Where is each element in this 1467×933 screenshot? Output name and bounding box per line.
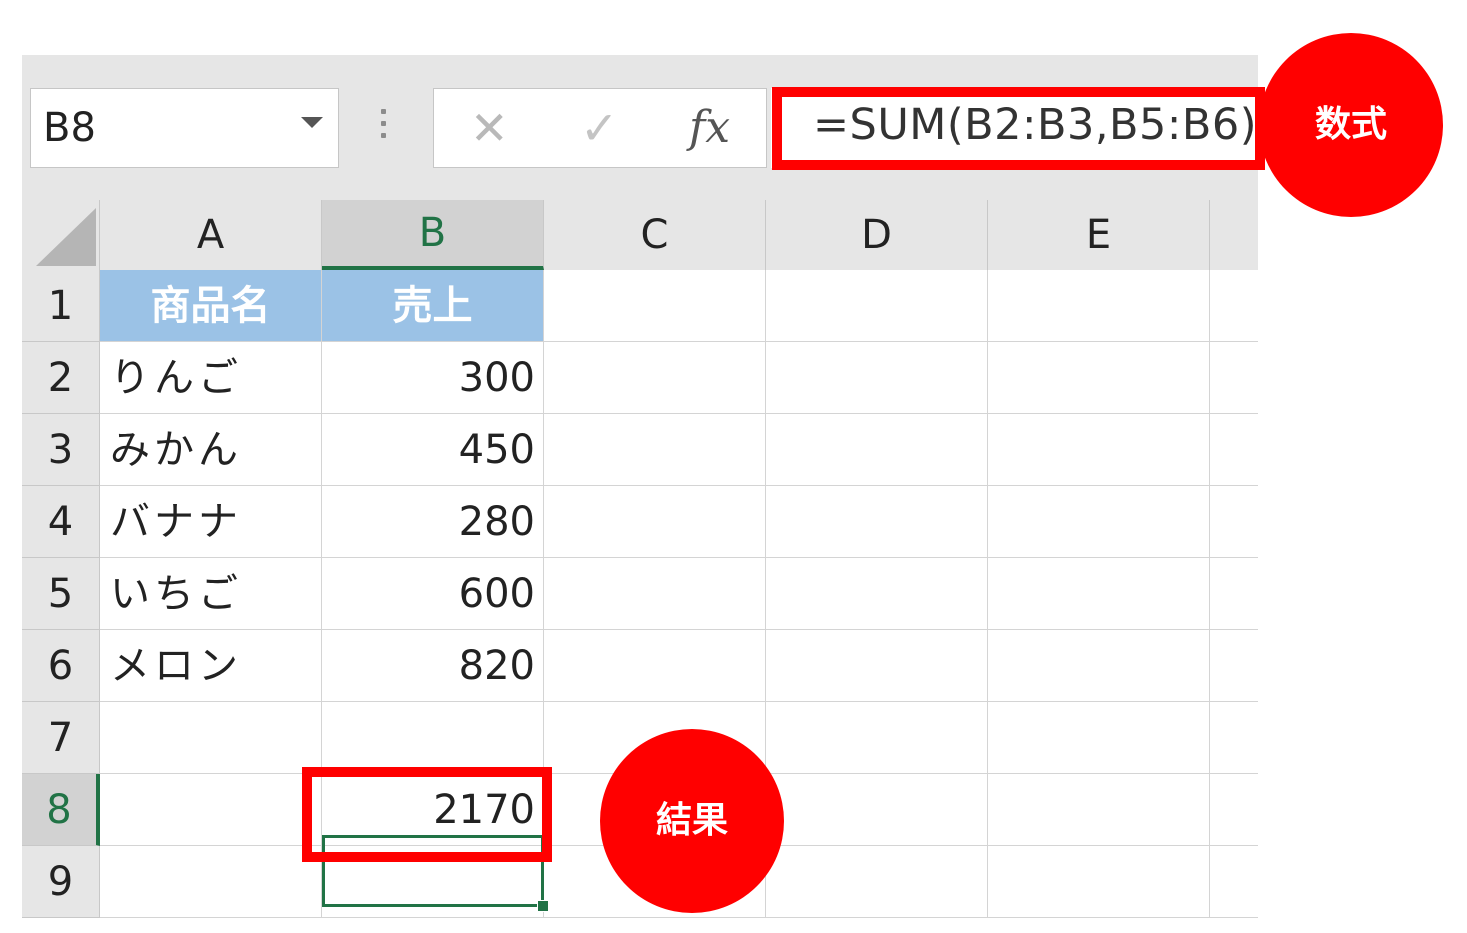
chevron-down-icon[interactable] (301, 117, 323, 128)
enter-icon[interactable]: ✓ (580, 103, 619, 153)
cell-d1[interactable] (766, 270, 988, 342)
cell-e3[interactable] (988, 414, 1210, 486)
cell-a9[interactable] (100, 846, 322, 918)
fill-handle[interactable] (537, 900, 549, 912)
row-header-2[interactable]: 2 (22, 342, 100, 414)
column-header-c[interactable]: C (544, 200, 766, 270)
cell-e9[interactable] (988, 846, 1210, 918)
cell-e7[interactable] (988, 702, 1210, 774)
cell-b3[interactable]: 450 (322, 414, 544, 486)
cell-e8[interactable] (988, 774, 1210, 846)
cell-a7[interactable] (100, 702, 322, 774)
cell-c4[interactable] (544, 486, 766, 558)
cell-b1[interactable]: 売上 (322, 270, 544, 342)
cell-e5[interactable] (988, 558, 1210, 630)
row-header-5[interactable]: 5 (22, 558, 100, 630)
cell-b2[interactable]: 300 (322, 342, 544, 414)
cell-d7[interactable] (766, 702, 988, 774)
row-header-8[interactable]: 8 (22, 774, 100, 846)
cell-c6[interactable] (544, 630, 766, 702)
cell-f7[interactable] (1210, 702, 1258, 774)
column-header-overflow (1210, 200, 1258, 270)
formula-buttons: ✕ ✓ fx (433, 88, 767, 168)
cell-f2[interactable] (1210, 342, 1258, 414)
cell-b6[interactable]: 820 (322, 630, 544, 702)
cell-e2[interactable] (988, 342, 1210, 414)
formula-highlight-box (772, 87, 1265, 170)
cancel-icon[interactable]: ✕ (470, 103, 509, 153)
cell-c3[interactable] (544, 414, 766, 486)
cell-f1[interactable] (1210, 270, 1258, 342)
row-header-1[interactable]: 1 (22, 270, 100, 342)
cell-d9[interactable] (766, 846, 988, 918)
insert-function-icon[interactable]: fx (689, 103, 730, 153)
cell-a2[interactable]: りんご (100, 342, 322, 414)
name-box-value: B8 (43, 105, 96, 151)
cell-a4[interactable]: バナナ (100, 486, 322, 558)
more-options-icon[interactable] (381, 109, 389, 143)
cell-d3[interactable] (766, 414, 988, 486)
cell-c1[interactable] (544, 270, 766, 342)
result-highlight-box (302, 767, 552, 862)
select-all-triangle-icon (36, 208, 96, 266)
cell-f8[interactable] (1210, 774, 1258, 846)
cell-a3[interactable]: みかん (100, 414, 322, 486)
cell-a1[interactable]: 商品名 (100, 270, 322, 342)
select-all-button[interactable] (22, 200, 100, 270)
cell-b7[interactable] (322, 702, 544, 774)
cell-e4[interactable] (988, 486, 1210, 558)
cell-e1[interactable] (988, 270, 1210, 342)
cell-a5[interactable]: いちご (100, 558, 322, 630)
cell-c5[interactable] (544, 558, 766, 630)
row-header-6[interactable]: 6 (22, 630, 100, 702)
name-box[interactable]: B8 (30, 88, 339, 168)
cell-c2[interactable] (544, 342, 766, 414)
cell-d5[interactable] (766, 558, 988, 630)
cell-b4[interactable]: 280 (322, 486, 544, 558)
column-header-d[interactable]: D (766, 200, 988, 270)
column-header-b[interactable]: B (322, 200, 544, 270)
column-header-e[interactable]: E (988, 200, 1210, 270)
cell-d4[interactable] (766, 486, 988, 558)
cell-a8[interactable] (100, 774, 322, 846)
formula-callout: 数式 (1259, 33, 1443, 217)
cell-f9[interactable] (1210, 846, 1258, 918)
cell-d2[interactable] (766, 342, 988, 414)
cell-d8[interactable] (766, 774, 988, 846)
row-header-3[interactable]: 3 (22, 414, 100, 486)
row-header-4[interactable]: 4 (22, 486, 100, 558)
cell-a6[interactable]: メロン (100, 630, 322, 702)
cell-d6[interactable] (766, 630, 988, 702)
row-header-7[interactable]: 7 (22, 702, 100, 774)
column-header-a[interactable]: A (100, 200, 322, 270)
cell-e6[interactable] (988, 630, 1210, 702)
cell-b5[interactable]: 600 (322, 558, 544, 630)
cell-f4[interactable] (1210, 486, 1258, 558)
result-callout: 結果 (600, 729, 784, 913)
cell-f5[interactable] (1210, 558, 1258, 630)
cell-f3[interactable] (1210, 414, 1258, 486)
row-header-9[interactable]: 9 (22, 846, 100, 918)
cell-f6[interactable] (1210, 630, 1258, 702)
